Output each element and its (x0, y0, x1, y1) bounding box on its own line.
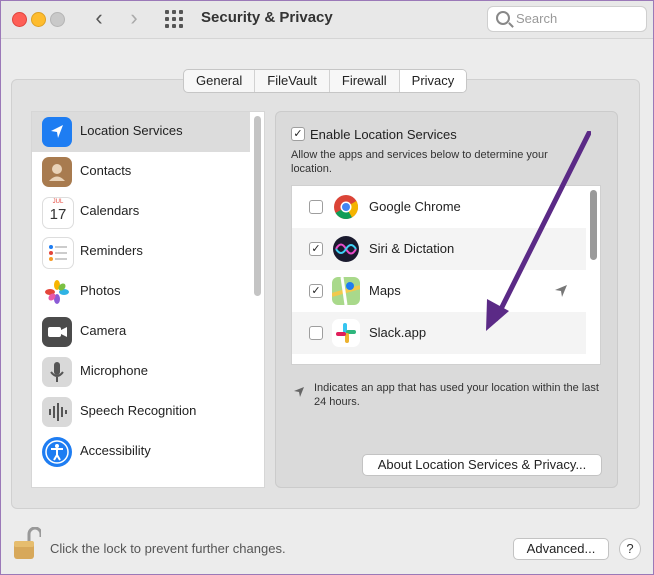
tab-general[interactable]: General (184, 70, 256, 92)
sidebar-item-microphone[interactable]: Microphone (32, 352, 250, 392)
sidebar-item-label: Camera (80, 323, 127, 338)
tab-firewall[interactable]: Firewall (330, 70, 400, 92)
enable-location-label: Enable Location Services (310, 127, 457, 142)
enable-location-checkbox[interactable]: ✓ (291, 127, 305, 141)
search-field[interactable]: Search (487, 6, 647, 32)
app-name: Siri & Dictation (369, 241, 455, 256)
app-name: Google Chrome (369, 199, 461, 214)
calendar-icon: JUL 17 (42, 197, 74, 229)
slack-icon (332, 319, 360, 347)
sidebar-item-speech-recognition[interactable]: Speech Recognition (32, 392, 250, 432)
sidebar-item-label: Reminders (80, 243, 143, 258)
sidebar-item-label: Location Services (80, 123, 183, 138)
recent-location-note: Indicates an app that has used your loca… (314, 382, 599, 408)
sidebar-item-photos[interactable]: Photos (32, 272, 250, 312)
help-button[interactable]: ? (619, 538, 641, 560)
sidebar-item-label: Accessibility (80, 443, 151, 458)
sidebar-item-label: Contacts (80, 163, 132, 178)
sidebar-item-contacts[interactable]: Contacts (32, 152, 250, 192)
reminders-icon (42, 237, 74, 269)
sidebar-item-label: Calendars (80, 203, 140, 218)
tab-filevault[interactable]: FileVault (255, 70, 330, 92)
calendar-month: JUL (52, 199, 64, 205)
app-checkbox[interactable] (309, 326, 323, 340)
sidebar-item-reminders[interactable]: Reminders (32, 232, 250, 272)
app-list-scrollbar[interactable] (590, 190, 597, 260)
location-arrow-legend-icon (294, 387, 304, 397)
sidebar-item-label: Photos (80, 283, 121, 298)
annotation-arrow (486, 131, 591, 331)
sidebar-scrollbar[interactable] (254, 116, 261, 296)
accessibility-icon (42, 437, 72, 467)
camera-icon (42, 317, 72, 347)
privacy-category-list[interactable]: Location Services Contacts JUL 17 Calend… (31, 111, 265, 488)
contacts-icon (42, 157, 72, 187)
forward-chevron-icon[interactable]: › (122, 7, 146, 31)
app-checkbox[interactable]: ✓ (309, 242, 323, 256)
minimize-window-button[interactable] (31, 12, 46, 27)
advanced-button[interactable]: Advanced... (513, 538, 609, 560)
search-placeholder: Search (516, 11, 558, 26)
app-checkbox[interactable] (309, 200, 323, 214)
sidebar-item-label: Microphone (80, 363, 148, 378)
photos-icon (42, 277, 72, 307)
tab-privacy[interactable]: Privacy (399, 70, 467, 92)
microphone-icon (42, 357, 72, 387)
calendar-day: 17 (49, 206, 67, 223)
location-arrow-icon (42, 117, 72, 147)
close-window-button[interactable] (12, 12, 27, 27)
sidebar-item-location-services[interactable]: Location Services (32, 112, 250, 152)
zoom-window-button[interactable] (50, 12, 65, 27)
chrome-icon (332, 193, 360, 221)
show-all-grid-icon[interactable] (165, 10, 185, 28)
about-location-services-button[interactable]: About Location Services & Privacy... (362, 454, 602, 476)
app-name: Maps (369, 283, 401, 298)
tab-bar: General FileVault Firewall Privacy (183, 69, 468, 93)
window-title: Security & Privacy (201, 9, 333, 26)
back-chevron-icon[interactable]: ‹ (87, 7, 111, 31)
sidebar-item-label: Speech Recognition (80, 403, 197, 418)
lock-icon[interactable] (13, 526, 43, 561)
app-checkbox[interactable]: ✓ (309, 284, 323, 298)
lock-status-text: Click the lock to prevent further change… (50, 541, 286, 556)
sidebar-item-calendars[interactable]: JUL 17 Calendars (32, 192, 250, 232)
window: ‹ › Security & Privacy Search General Fi… (0, 0, 654, 575)
speech-waveform-icon (42, 397, 72, 427)
siri-icon (332, 235, 360, 263)
search-icon (496, 11, 510, 25)
app-name: Slack.app (369, 325, 427, 340)
title-bar: ‹ › Security & Privacy Search (1, 1, 653, 39)
maps-icon (331, 276, 361, 306)
sidebar-item-accessibility[interactable]: Accessibility (32, 432, 250, 472)
sidebar-item-camera[interactable]: Camera (32, 312, 250, 352)
